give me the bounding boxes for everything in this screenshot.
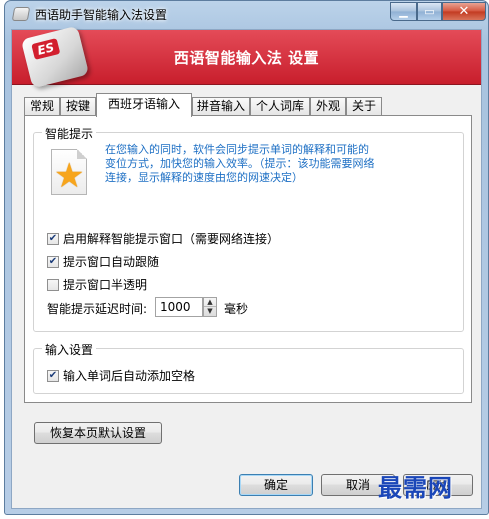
translucent-checkbox[interactable]	[47, 278, 59, 291]
dialog-body: ES 西语智能输入法 设置 常规 按键 西班牙语输入 拼音输入 个人词库 外观 …	[11, 25, 482, 509]
keyboard-key-icon	[11, 7, 31, 21]
delay-input[interactable]	[155, 297, 203, 317]
tab-personal-dictionary[interactable]: 个人词库	[250, 97, 310, 116]
star-icon: ★	[54, 156, 85, 196]
input-settings-group-label: 输入设置	[42, 341, 97, 358]
translucent-label: 提示窗口半透明	[63, 278, 148, 292]
delay-unit-label: 毫秒	[224, 302, 249, 316]
smart-hint-description: 在您输入的同时，软件会同步提示单词的解释和可能的变位方式，加快您的输入效率。（提…	[105, 143, 375, 184]
spin-down-icon[interactable]: ▼	[204, 307, 216, 316]
enable-hint-window-checkbox[interactable]: ✔	[47, 232, 59, 245]
close-button[interactable]: ✕	[442, 2, 486, 21]
window-title: 西语助手智能输入法设置	[35, 8, 168, 22]
auto-follow-checkbox-row[interactable]: ✔ 提示窗口自动跟随	[47, 253, 159, 269]
tab-keys[interactable]: 按键	[60, 97, 96, 116]
spin-up-icon[interactable]: ▲	[204, 298, 216, 307]
restore-defaults-button[interactable]: 恢复本页默认设置	[34, 422, 162, 444]
title-bar[interactable]: 西语助手智能输入法设置 ▁ ▭ ✕	[5, 1, 488, 27]
settings-window: 西语助手智能输入法设置 ▁ ▭ ✕ ES 西语智能输入法 设置 常规 按键 西班…	[4, 0, 489, 515]
enable-hint-window-label: 启用解释智能提示窗口（需要网络连接）	[63, 232, 280, 246]
tab-about[interactable]: 关于	[346, 97, 382, 116]
minimize-button[interactable]: ▁	[390, 2, 417, 21]
tab-general[interactable]: 常规	[24, 97, 60, 116]
auto-follow-checkbox[interactable]: ✔	[47, 255, 59, 268]
header-banner: ES 西语智能输入法 设置	[12, 25, 481, 89]
auto-space-label: 输入单词后自动添加空格	[63, 369, 196, 383]
translucent-checkbox-row[interactable]: 提示窗口半透明	[47, 276, 147, 292]
tab-spanish-input[interactable]: 西班牙语输入	[96, 93, 192, 117]
delay-label: 智能提示延迟时间:	[47, 302, 148, 316]
auto-space-checkbox[interactable]: ✔	[47, 369, 59, 382]
delay-stepper[interactable]: ▲ ▼	[203, 297, 217, 317]
watermark-text: 最需网	[378, 473, 453, 502]
enable-hint-window-checkbox-row[interactable]: ✔ 启用解释智能提示窗口（需要网络连接）	[47, 230, 279, 246]
auto-follow-label: 提示窗口自动跟随	[63, 255, 160, 269]
smart-hint-group: 智能提示 ★ 在您输入的同时，软件会同步提示单词的解释和可能的变位方式，加快您的…	[33, 125, 464, 332]
smart-hint-group-label: 智能提示	[42, 125, 97, 142]
auto-space-checkbox-row[interactable]: ✔ 输入单词后自动添加空格	[47, 367, 195, 383]
tab-pinyin-input[interactable]: 拼音输入	[192, 97, 250, 116]
ok-button[interactable]: 确定	[239, 474, 313, 496]
banner-title: 西语智能输入法 设置	[173, 49, 320, 67]
maximize-button[interactable]: ▭	[417, 2, 442, 21]
input-settings-group: 输入设置 ✔ 输入单词后自动添加空格	[33, 341, 464, 394]
tab-panel-spanish-input: 智能提示 ★ 在您输入的同时，软件会同步提示单词的解释和可能的变位方式，加快您的…	[24, 115, 472, 403]
tab-appearance[interactable]: 外观	[310, 97, 346, 116]
